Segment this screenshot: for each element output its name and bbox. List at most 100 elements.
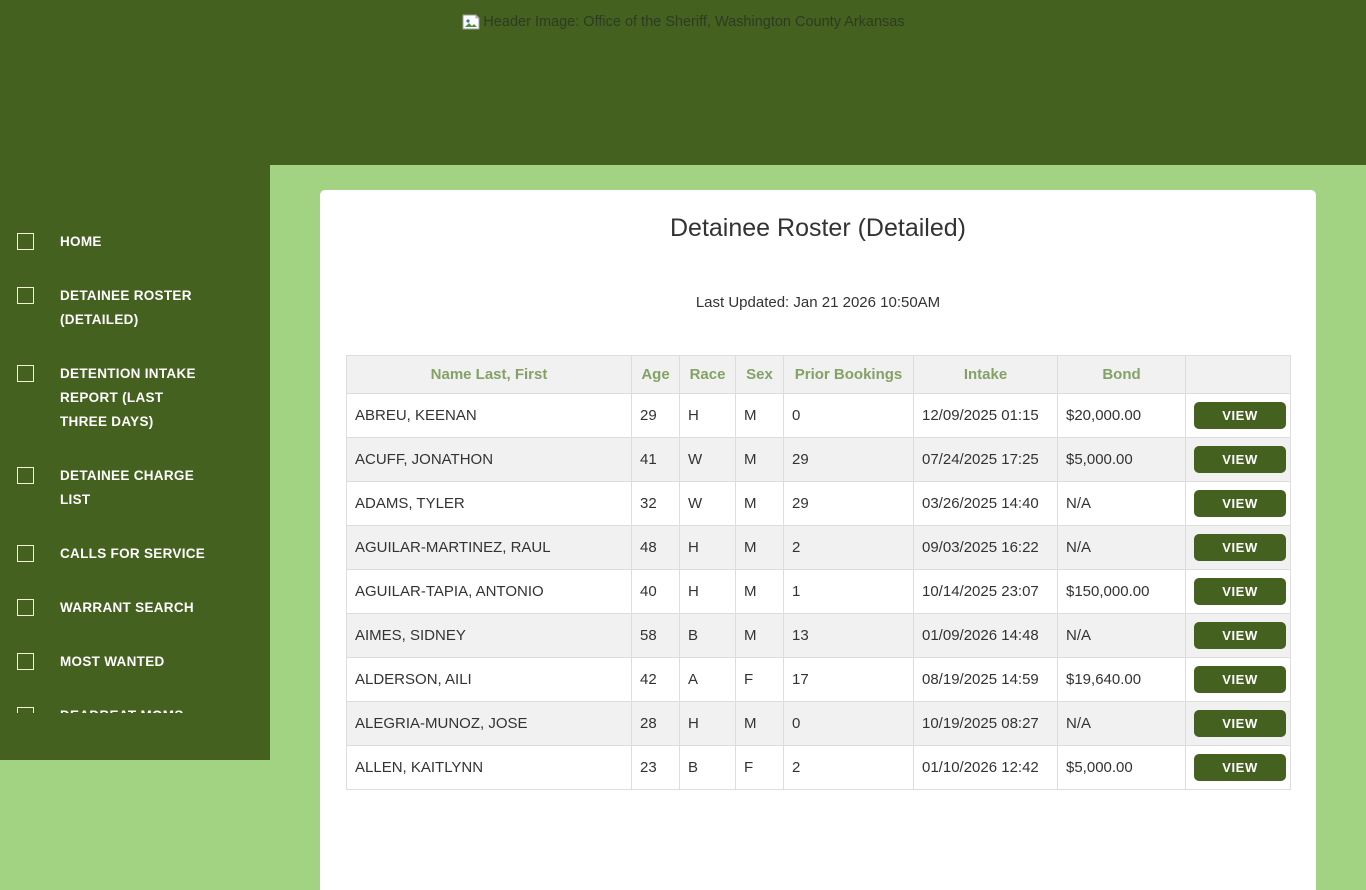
table-row: ABREU, KEENAN 29 H M 0 12/09/2025 01:15 $20,00… — [346, 393, 1291, 438]
cell-sex: M — [735, 701, 784, 746]
cell-race: W — [679, 437, 736, 482]
cell-bond: N/A — [1057, 525, 1186, 570]
cell-intake: 07/24/2025 17:25 — [913, 437, 1058, 482]
view-button[interactable]: VIEW — [1194, 666, 1286, 693]
table-row: ALEGRIA-MUNOZ, JOSE 28 H M 0 10/19/2025 08:27… — [346, 701, 1291, 746]
sidebar-item-deadbeat-moms[interactable]: DEADBEAT MOMS — [0, 704, 270, 713]
cell-name: ALDERSON, AILI — [346, 657, 632, 702]
sidebar-item-calls-for-service[interactable]: CALLS FOR SERVICE — [0, 542, 270, 566]
cell-prior_bookings: 1 — [783, 569, 914, 614]
header-image-placeholder: Header Image: Office of the Sheriff, Was… — [0, 13, 1366, 31]
cell-intake: 03/26/2025 14:40 — [913, 481, 1058, 526]
cell-age: 28 — [631, 701, 680, 746]
column-header: Bond — [1057, 355, 1186, 394]
column-header: Sex — [735, 355, 784, 394]
sidebar-item-detainee-charge-list[interactable]: DETAINEE CHARGE LIST — [0, 464, 270, 512]
cell-intake: 09/03/2025 16:22 — [913, 525, 1058, 570]
column-header: Race — [679, 355, 736, 394]
table-header-row: Name Last, First Age Race Sex Prior Bookings… — [346, 355, 1291, 394]
view-button[interactable]: VIEW — [1194, 534, 1286, 561]
page-title: Detainee Roster (Detailed) — [670, 214, 966, 242]
last-updated-text: Last Updated: Jan 21 2026 10:50AM — [695, 294, 941, 311]
cell-intake: 08/19/2025 14:59 — [913, 657, 1058, 702]
cell-view: VIEW — [1185, 437, 1291, 482]
sidebar-item-label: CALLS FOR SERVICE — [60, 546, 206, 561]
view-button[interactable]: VIEW — [1194, 490, 1286, 517]
sidebar-item-warrant-search[interactable]: WARRANT SEARCH — [0, 596, 270, 620]
cell-view: VIEW — [1185, 657, 1291, 702]
main-content-area: Detainee Roster (Detailed) Last Updated:… — [270, 165, 1366, 890]
cell-intake: 01/09/2026 14:48 — [913, 613, 1058, 658]
column-header: Prior Bookings — [783, 355, 914, 394]
view-button[interactable]: VIEW — [1194, 446, 1286, 473]
cell-prior_bookings: 0 — [783, 701, 914, 746]
cell-intake: 10/14/2025 23:07 — [913, 569, 1058, 614]
cell-sex: M — [735, 393, 784, 438]
sidebar-item-label: DEADBEAT MOMS — [60, 704, 212, 713]
column-header: Name Last, First — [346, 355, 632, 394]
cell-age: 41 — [631, 437, 680, 482]
cell-race: B — [679, 613, 736, 658]
view-button[interactable]: VIEW — [1194, 402, 1286, 429]
cell-prior_bookings: 29 — [783, 437, 914, 482]
cell-name: AGUILAR-MARTINEZ, RAUL — [346, 525, 632, 570]
cell-prior_bookings: 0 — [783, 393, 914, 438]
cell-prior_bookings: 2 — [783, 525, 914, 570]
cell-age: 40 — [631, 569, 680, 614]
cell-sex: F — [735, 657, 784, 702]
cell-view: VIEW — [1185, 481, 1291, 526]
broken-image-icon — [462, 14, 481, 30]
cell-name: AGUILAR-TAPIA, ANTONIO — [346, 569, 632, 614]
sidebar-item-label: DETENTION INTAKE REPORT (LAST THREE DAYS… — [60, 366, 196, 429]
cell-race: H — [679, 393, 736, 438]
sidebar-item-detention-intake-report[interactable]: DETENTION INTAKE REPORT (LAST THREE DAYS… — [0, 362, 270, 434]
cell-bond: N/A — [1057, 613, 1186, 658]
site-header: Header Image: Office of the Sheriff, Was… — [0, 0, 1366, 165]
table-row: ACUFF, JONATHON 41 W M 29 07/24/2025 17:25 $5,… — [346, 437, 1291, 482]
cell-sex: M — [735, 613, 784, 658]
broken-image-icon — [17, 599, 34, 616]
cell-sex: M — [735, 569, 784, 614]
cell-age: 29 — [631, 393, 680, 438]
cell-prior_bookings: 13 — [783, 613, 914, 658]
cell-bond: $5,000.00 — [1057, 437, 1186, 482]
cell-name: ABREU, KEENAN — [346, 393, 632, 438]
column-header — [1185, 355, 1291, 394]
view-button[interactable]: VIEW — [1194, 622, 1286, 649]
table-body: ABREU, KEENAN 29 H M 0 12/09/2025 01:15 $20,00… — [346, 393, 1291, 790]
table-row: AGUILAR-MARTINEZ, RAUL 48 H M 2 09/03/2025 16… — [346, 525, 1291, 570]
table-row: ADAMS, TYLER 32 W M 29 03/26/2025 14:40 N/A VIE… — [346, 481, 1291, 526]
cell-view: VIEW — [1185, 701, 1291, 746]
cell-intake: 10/19/2025 08:27 — [913, 701, 1058, 746]
cell-prior_bookings: 29 — [783, 481, 914, 526]
sidebar-nav: HOME DETAINEE ROSTER (DETAILED) DETENTION … — [0, 230, 270, 713]
view-button[interactable]: VIEW — [1194, 578, 1286, 605]
cell-view: VIEW — [1185, 569, 1291, 614]
cell-bond: N/A — [1057, 701, 1186, 746]
cell-race: W — [679, 481, 736, 526]
cell-bond: $20,000.00 — [1057, 393, 1186, 438]
cell-race: A — [679, 657, 736, 702]
column-header: Intake — [913, 355, 1058, 394]
cell-view: VIEW — [1185, 613, 1291, 658]
sidebar-item-label: MOST WANTED — [60, 654, 165, 669]
cell-sex: M — [735, 437, 784, 482]
table-row: AGUILAR-TAPIA, ANTONIO 40 H M 1 10/14/2025 23… — [346, 569, 1291, 614]
cell-race: H — [679, 525, 736, 570]
sidebar-item-detainee-roster-detailed[interactable]: DETAINEE ROSTER (DETAILED) — [0, 284, 270, 332]
cell-race: H — [679, 569, 736, 614]
sidebar-item-home[interactable]: HOME — [0, 230, 270, 254]
cell-prior_bookings: 17 — [783, 657, 914, 702]
cell-name: AIMES, SIDNEY — [346, 613, 632, 658]
cell-bond: $150,000.00 — [1057, 569, 1186, 614]
view-button[interactable]: VIEW — [1194, 710, 1286, 737]
broken-image-icon — [17, 365, 34, 382]
sidebar: HOME DETAINEE ROSTER (DETAILED) DETENTION … — [0, 165, 270, 760]
cell-name: ADAMS, TYLER — [346, 481, 632, 526]
column-header: Age — [631, 355, 680, 394]
cell-view: VIEW — [1185, 525, 1291, 570]
cell-intake: 12/09/2025 01:15 — [913, 393, 1058, 438]
sidebar-item-most-wanted[interactable]: MOST WANTED — [0, 650, 270, 674]
table-row: ALDERSON, AILI 42 A F 17 08/19/2025 14:59 $19,… — [346, 657, 1291, 702]
sidebar-item-label: HOME — [60, 234, 102, 249]
